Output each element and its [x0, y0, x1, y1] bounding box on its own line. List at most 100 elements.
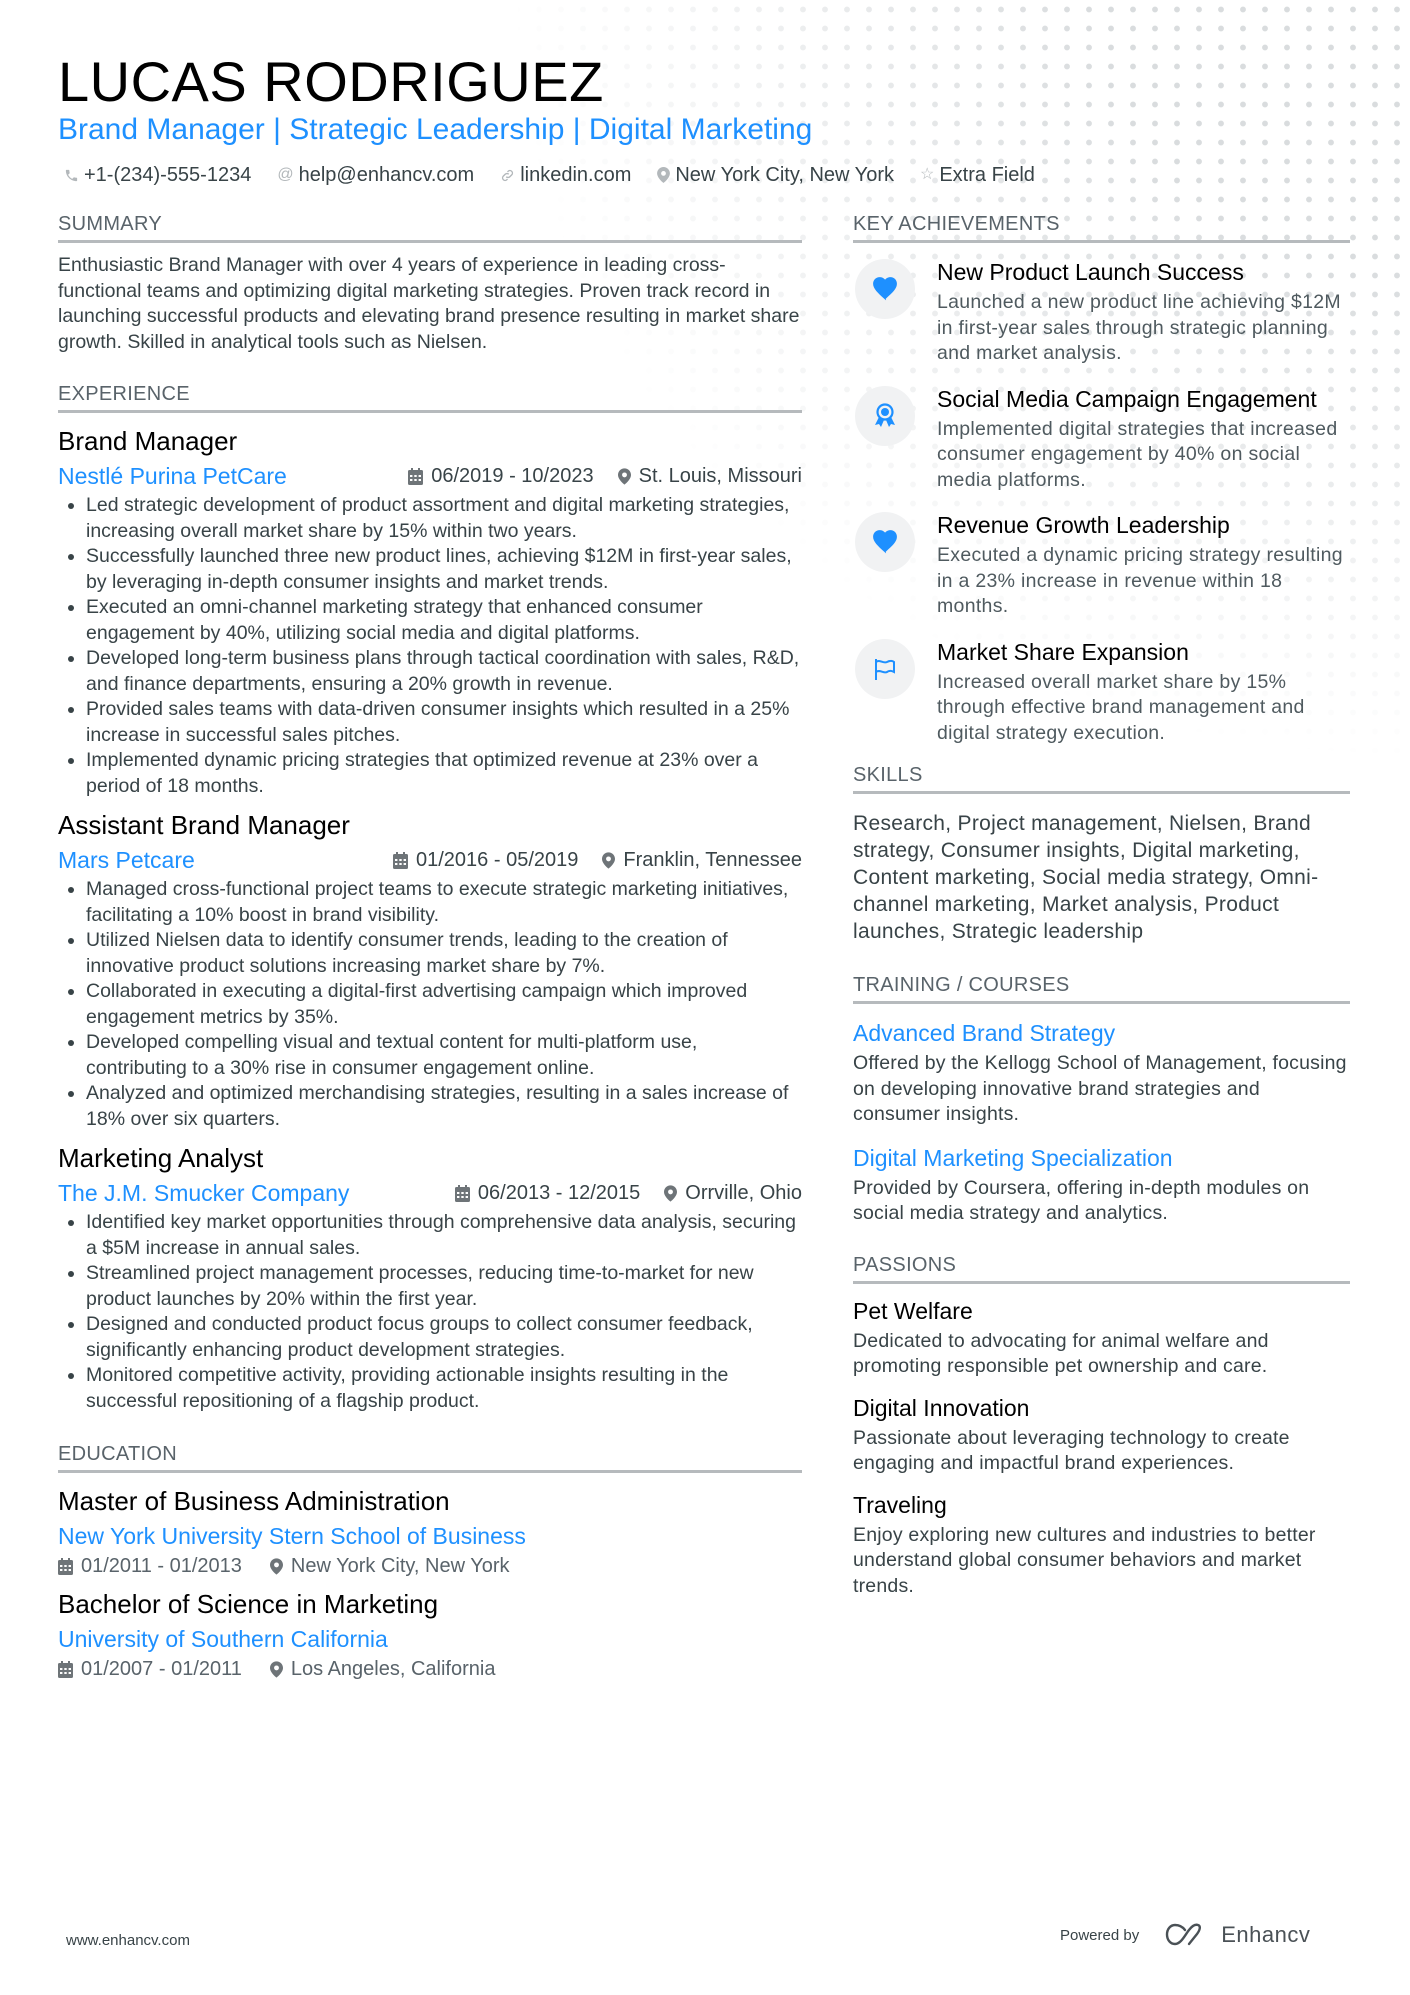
achievement-title: Revenue Growth Leadership — [937, 512, 1230, 538]
course-title[interactable]: Advanced Brand Strategy — [853, 1018, 1350, 1048]
heart-icon — [855, 259, 915, 319]
section-title-skills: SKILLS — [853, 763, 1350, 794]
bullet-item: Monitored competitive activity, providin… — [86, 1363, 802, 1414]
company-name[interactable]: Mars Petcare — [58, 845, 195, 875]
job-title: Assistant Brand Manager — [58, 810, 350, 840]
job-dates: 06/2013 - 12/2015 — [454, 1182, 640, 1205]
job-bullets: Managed cross-functional project teams t… — [58, 877, 802, 1132]
bullet-item: Designed and conducted product focus gro… — [86, 1312, 802, 1363]
experience-section: EXPERIENCE Brand Manager Nestlé Purina P… — [58, 382, 802, 1414]
footer-website-link[interactable]: www.enhancv.com — [66, 1932, 190, 1949]
bullet-item: Collaborated in executing a digital-firs… — [86, 979, 802, 1030]
section-title-passions: PASSIONS — [853, 1253, 1350, 1284]
section-title-summary: SUMMARY — [58, 212, 802, 243]
contact-phone[interactable]: +1-(234)-555-1234 — [64, 161, 251, 189]
education-entry: Bachelor of Science in Marketing Univers… — [58, 1588, 802, 1681]
phone-icon — [64, 168, 79, 183]
award-ribbon-icon — [855, 385, 915, 446]
achievement-description: Increased overall market share by 15% th… — [937, 670, 1305, 744]
heart-icon — [855, 512, 915, 572]
achievement-item: Social Media Campaign Engagement Impleme… — [853, 384, 1350, 494]
section-title-education: EDUCATION — [58, 1442, 802, 1473]
job-entry: Brand Manager Nestlé Purina PetCare 06/2… — [58, 425, 802, 799]
education-location: New York City, New York — [269, 1555, 510, 1578]
calendar-icon — [393, 851, 408, 869]
left-column: SUMMARY Enthusiastic Brand Manager with … — [58, 212, 802, 1681]
calendar-icon — [454, 1184, 470, 1202]
education-entry: Master of Business Administration New Yo… — [58, 1485, 802, 1578]
location-icon — [269, 1661, 283, 1678]
bullet-item: Identified key market opportunities thro… — [86, 1210, 802, 1261]
job-dates: 06/2019 - 10/2023 — [408, 465, 594, 488]
summary-section: SUMMARY Enthusiastic Brand Manager with … — [58, 212, 802, 355]
bullet-item: Executed an omni-channel marketing strat… — [86, 595, 802, 646]
calendar-icon — [58, 1661, 73, 1678]
contact-email[interactable]: @ help@enhancv.com — [277, 161, 474, 189]
passion-title: Pet Welfare — [853, 1297, 973, 1324]
enhancv-logo[interactable]: Enhancv — [1165, 1922, 1310, 1948]
job-location: St. Louis, Missouri — [617, 465, 802, 488]
bullet-item: Managed cross-functional project teams t… — [86, 877, 802, 928]
course-description: Offered by the Kellogg School of Managem… — [853, 1052, 1347, 1125]
achievement-title: New Product Launch Success — [937, 259, 1244, 285]
bullet-item: Provided sales teams with data-driven co… — [86, 697, 802, 748]
achievement-description: Implemented digital strategies that incr… — [937, 417, 1338, 491]
achievement-description: Executed a dynamic pricing strategy resu… — [937, 544, 1343, 617]
company-name[interactable]: The J.M. Smucker Company — [58, 1178, 349, 1208]
skills-list: Research, Project management, Nielsen, B… — [853, 812, 1319, 943]
candidate-headline: Brand Manager | Strategic Leadership | D… — [58, 113, 813, 146]
job-bullets: Identified key market opportunities thro… — [58, 1210, 802, 1414]
bullet-item: Utilized Nielsen data to identify consum… — [86, 928, 802, 979]
passion-description: Enjoy exploring new cultures and industr… — [853, 1523, 1316, 1597]
job-bullets: Led strategic development of product ass… — [58, 493, 802, 799]
company-name[interactable]: Nestlé Purina PetCare — [58, 461, 287, 491]
enhancv-logo-icon — [1166, 1923, 1202, 1946]
passion-description: Passionate about leveraging technology t… — [853, 1426, 1290, 1475]
school-name[interactable]: New York University Stern School of Busi… — [58, 1521, 802, 1551]
achievements-section: KEY ACHIEVEMENTS New Product Launch Succ… — [853, 212, 1350, 746]
calendar-icon — [58, 1558, 73, 1575]
degree: Bachelor of Science in Marketing — [58, 1589, 439, 1619]
contact-row: +1-(234)-555-1234 @ help@enhancv.com lin… — [64, 161, 1035, 189]
education-location: Los Angeles, California — [269, 1658, 495, 1681]
section-title-experience: EXPERIENCE — [58, 382, 802, 413]
location-icon — [664, 1184, 678, 1202]
job-dates: 01/2016 - 05/2019 — [393, 849, 578, 872]
location-icon — [269, 1558, 283, 1575]
bullet-item: Analyzed and optimized merchandising str… — [86, 1081, 802, 1132]
course-description: Provided by Coursera, offering in-depth … — [853, 1176, 1310, 1225]
bullet-item: Developed compelling visual and textual … — [86, 1030, 802, 1081]
passion-description: Dedicated to advocating for animal welfa… — [853, 1329, 1269, 1378]
right-column: KEY ACHIEVEMENTS New Product Launch Succ… — [853, 212, 1350, 1612]
course-title[interactable]: Digital Marketing Specialization — [853, 1143, 1350, 1173]
passion-item: Digital Innovation Passionate about leve… — [853, 1393, 1350, 1477]
contact-location-text: New York City, New York — [675, 164, 894, 186]
passions-section: PASSIONS Pet Welfare Dedicated to advoca… — [853, 1253, 1350, 1600]
section-title-achievements: KEY ACHIEVEMENTS — [853, 212, 1350, 243]
bullet-item: Streamlined project management processes… — [86, 1261, 802, 1312]
bullet-item: Implemented dynamic pricing strategies t… — [86, 748, 802, 799]
achievement-description: Launched a new product line achieving $1… — [937, 291, 1341, 364]
education-dates: 01/2011 - 01/2013 — [58, 1555, 242, 1578]
education-dates: 01/2007 - 01/2011 — [58, 1658, 242, 1681]
school-name[interactable]: University of Southern California — [58, 1624, 802, 1654]
flag-icon — [855, 638, 915, 699]
job-location: Orrville, Ohio — [664, 1182, 802, 1205]
summary-text: Enthusiastic Brand Manager with over 4 y… — [58, 254, 800, 353]
bullet-item: Successfully launched three new product … — [86, 544, 802, 595]
contact-extra-text: Extra Field — [939, 164, 1035, 186]
job-title: Brand Manager — [58, 426, 238, 456]
section-title-training: TRAINING / COURSES — [853, 973, 1350, 1004]
link-icon — [500, 168, 515, 183]
achievement-item: Market Share Expansion Increased overall… — [853, 637, 1350, 747]
training-section: TRAINING / COURSES Advanced Brand Strate… — [853, 973, 1350, 1227]
achievement-item: New Product Launch Success Launched a ne… — [853, 257, 1350, 367]
job-entry: Assistant Brand Manager Mars Petcare 01/… — [58, 809, 802, 1132]
at-icon: @ — [277, 166, 294, 183]
course-item: Advanced Brand Strategy Offered by the K… — [853, 1018, 1350, 1128]
bullet-item: Developed long-term business plans throu… — [86, 646, 802, 697]
powered-by-label: Powered by — [1060, 1926, 1140, 1944]
contact-linkedin[interactable]: linkedin.com — [500, 161, 631, 189]
location-icon — [657, 167, 671, 183]
location-icon — [617, 467, 631, 485]
